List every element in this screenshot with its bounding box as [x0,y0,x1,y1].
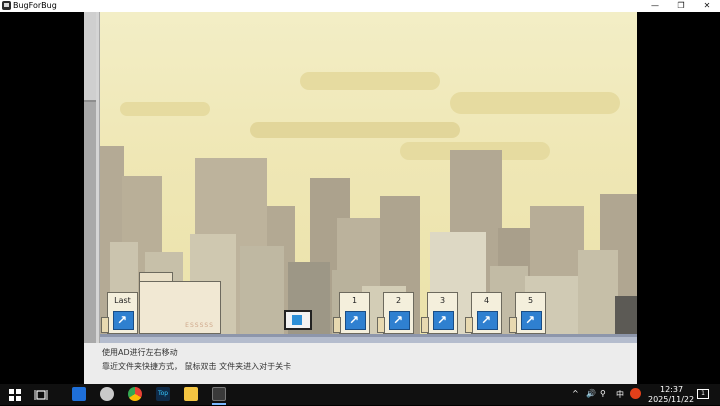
level-5-shortcut[interactable]: 5 [509,292,546,334]
building [578,250,618,334]
level-2-shortcut[interactable]: 2 [377,292,414,334]
folder-stamp: ESSSSS [185,322,214,329]
tray-chevron-icon[interactable]: ^ [572,389,579,398]
minimize-button[interactable]: — [642,0,668,12]
scrollbar-thumb[interactable] [84,12,96,102]
start-icon[interactable] [8,387,22,401]
volume-icon[interactable]: 🔊 [586,389,596,398]
shortcut-label: 2 [395,296,402,305]
shortcut-arrow-icon [345,311,366,330]
game-viewport[interactable]: Last ESSSSS 1 2 3 4 5 使用AD进行左右移动 [84,12,637,384]
cloud [450,92,620,114]
shortcut-arrow-icon [477,311,498,330]
shortcut-tab [465,317,473,333]
scroll-track [96,12,99,384]
bugforbug-icon[interactable] [212,387,226,401]
building [615,296,637,334]
windows-taskbar: Top ^ 🔊 ⚲ 中 12:37 2025/11/22 1 [0,384,720,405]
last-level-shortcut[interactable]: Last [101,292,138,334]
shortcut-tab [101,317,109,333]
shortcut-tab [509,317,517,333]
shortcut-tab [421,317,429,333]
shortcut-tab [333,317,341,333]
shortcut-label: Last [114,296,131,305]
clock-time[interactable]: 12:37 [660,385,683,394]
level-1-shortcut[interactable]: 1 [333,292,370,334]
shortcut-arrow-icon [521,311,542,330]
top-app-icon[interactable]: Top [156,387,170,401]
shortcut-arrow-icon [113,311,134,330]
main-folder[interactable]: ESSSSS [139,272,221,334]
shortcut-label: 5 [527,296,534,305]
chrome-icon[interactable] [128,387,142,401]
cube-app-icon[interactable] [72,387,86,401]
clock-date[interactable]: 2025/11/22 [648,395,694,404]
window-title: BugForBug [13,1,57,10]
shortcut-label: 1 [351,296,358,305]
folder-body: ESSSSS [139,281,221,334]
task-view-icon[interactable] [34,387,48,401]
restore-button[interactable]: ❐ [668,0,694,12]
notification-icon[interactable]: 1 [697,389,709,399]
cloud [300,72,440,90]
ime-indicator[interactable]: 中 [616,389,624,400]
shortcut-label: 4 [483,296,490,305]
steam-like-icon[interactable] [100,387,114,401]
window-titlebar: BugForBug — ❐ ✕ [0,0,720,12]
level-4-shortcut[interactable]: 4 [465,292,502,334]
building [240,246,284,334]
shortcut-label: 3 [439,296,446,305]
cloud [250,122,460,138]
shortcut-arrow-icon [389,311,410,330]
instructions-panel: 使用AD进行左右移动 靠近文件夹快捷方式， 鼠标双击 文件夹进入对于关卡 [84,343,637,384]
shortcut-arrow-icon [433,311,454,330]
left-scroll-bar[interactable] [84,12,100,384]
network-icon[interactable]: ⚲ [600,389,606,398]
player-character [284,310,312,330]
level-3-shortcut[interactable]: 3 [421,292,458,334]
instruction-enter: 靠近文件夹快捷方式， 鼠标双击 文件夹进入对于关卡 [102,362,292,371]
instruction-move: 使用AD进行左右移动 [102,348,178,357]
file-explorer-icon[interactable] [184,387,198,401]
player-screen [292,315,302,325]
app-icon [2,1,11,10]
antivirus-icon[interactable] [630,388,641,399]
cloud [120,102,210,116]
shortcut-tab [377,317,385,333]
close-button[interactable]: ✕ [694,0,720,12]
